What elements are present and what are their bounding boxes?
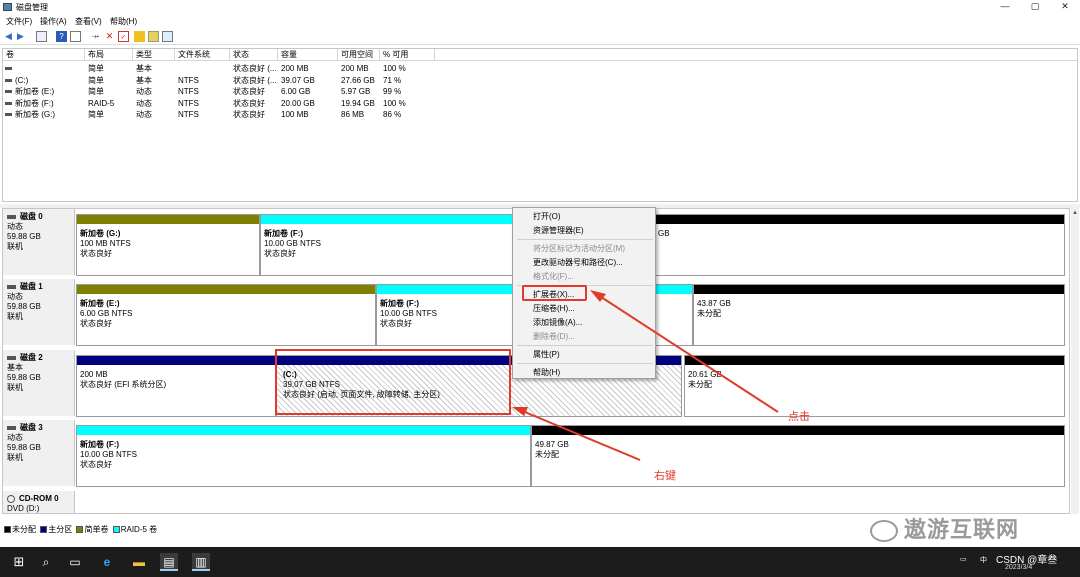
- watermark: 遨游互联网: [870, 512, 1019, 544]
- taskbar: ⊞ ⌕ ▭ e ▬ ▤ ▥ ▭ 中 CSDN @章叁 2023/3/4: [0, 547, 1080, 577]
- server-manager-icon[interactable]: ▤: [160, 553, 178, 571]
- ime-indicator[interactable]: 中: [980, 555, 987, 565]
- right-click-arrow-head: [512, 407, 528, 416]
- watermark-text: 遨游互联网: [904, 517, 1020, 543]
- click-arrow-head: [590, 290, 606, 302]
- annotation-arrows: [512, 290, 779, 461]
- disk-management-taskbar-icon[interactable]: ▥: [192, 553, 210, 571]
- start-icon[interactable]: ⊞: [10, 553, 28, 571]
- click-arrow-line: [597, 294, 779, 413]
- search-icon[interactable]: ⌕: [37, 553, 55, 571]
- wechat-icon: [870, 520, 898, 542]
- task-view-icon[interactable]: ▭: [66, 553, 84, 571]
- date-text[interactable]: 2023/3/4: [1005, 564, 1032, 571]
- annotation-click: 点击: [788, 411, 810, 423]
- edge-icon[interactable]: e: [98, 553, 116, 571]
- annotation-right-click: 右键: [654, 470, 676, 482]
- right-click-arrow-line: [519, 409, 641, 461]
- file-explorer-icon[interactable]: ▬: [130, 553, 148, 571]
- network-icon[interactable]: ▭: [960, 555, 967, 563]
